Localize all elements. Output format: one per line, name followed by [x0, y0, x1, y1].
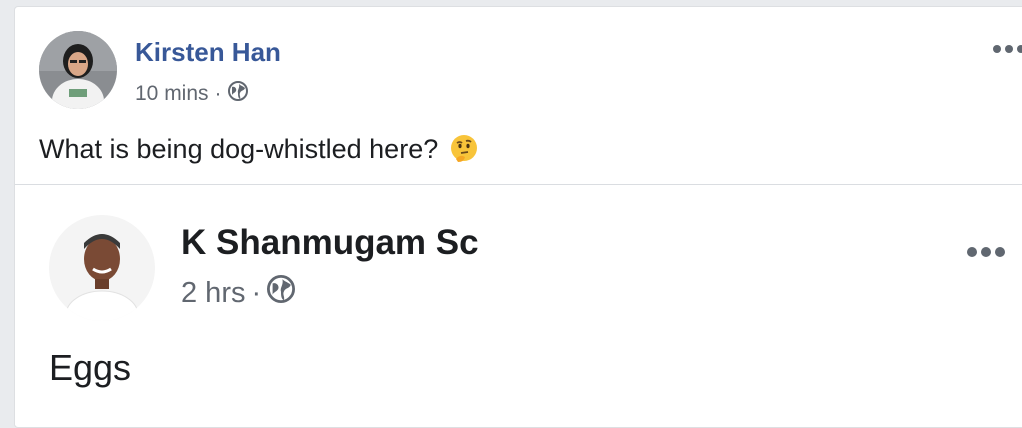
shared-post-text: Eggs: [49, 347, 132, 388]
shared-post-timestamp[interactable]: 2 hrs: [181, 277, 245, 310]
more-options-icon[interactable]: [967, 247, 1005, 257]
post-meta: 10 mins ·: [135, 81, 248, 107]
post-author-name[interactable]: Kirsten Han: [135, 37, 281, 68]
shared-post[interactable]: K Shanmugam Sc 2 hrs · Eggs: [15, 185, 1022, 425]
post-timestamp[interactable]: 10 mins: [135, 82, 209, 106]
globe-icon[interactable]: [267, 275, 296, 311]
shared-author-avatar[interactable]: [49, 215, 155, 321]
author-avatar[interactable]: [39, 31, 117, 109]
thinking-face-emoji-icon: [448, 133, 480, 165]
shared-author-avatar-image: [49, 215, 155, 321]
globe-icon[interactable]: [227, 81, 248, 107]
meta-separator: ·: [214, 82, 222, 105]
shared-post-author-name[interactable]: K Shanmugam Sc: [181, 223, 479, 263]
post-card: Kirsten Han 10 mins · What is being dog-…: [14, 6, 1022, 428]
post-text: What is being dog-whistled here?: [39, 133, 439, 164]
author-avatar-image: [39, 31, 117, 109]
more-options-icon[interactable]: [993, 45, 1022, 53]
shared-post-meta: 2 hrs ·: [181, 275, 296, 311]
meta-separator: ·: [251, 276, 262, 309]
post-body: What is being dog-whistled here?: [39, 133, 480, 165]
